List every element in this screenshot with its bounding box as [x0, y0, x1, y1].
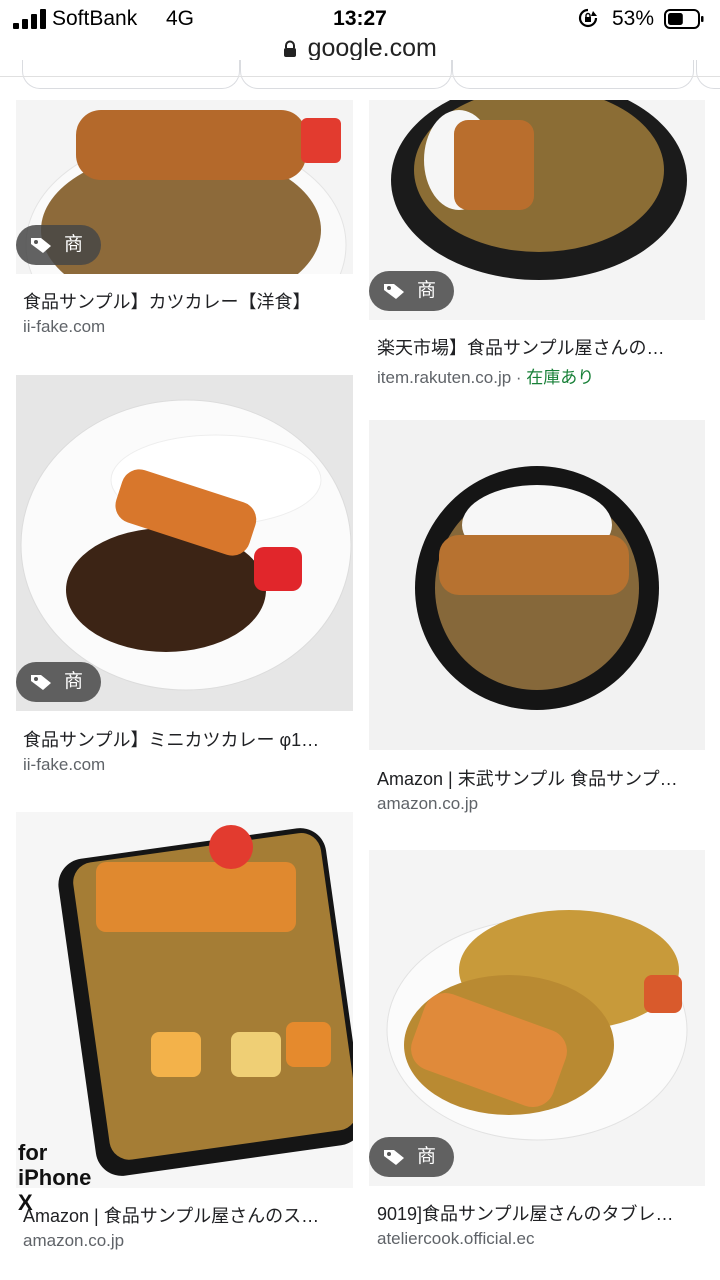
battery-percent: 53% — [612, 7, 655, 30]
url-text: google.com — [307, 34, 437, 62]
product-badge: 商品 — [16, 225, 102, 295]
result-title[interactable]: 楽天市場】食品サンプル屋さんの… — [377, 334, 705, 360]
result-title[interactable]: Amazon | 末武サンプル 食品サンプ… — [377, 765, 705, 791]
badge-label: 商品 — [417, 280, 437, 341]
result-image[interactable] — [16, 375, 353, 711]
curry-plate-image — [369, 850, 705, 1186]
result-image[interactable] — [369, 420, 705, 750]
product-badge: 商品 — [369, 1137, 455, 1207]
filter-chip[interactable] — [452, 60, 694, 89]
badge-label: 商品 — [64, 671, 84, 732]
product-badge: 商品 — [369, 271, 455, 341]
filter-chip[interactable] — [22, 60, 240, 89]
result-title[interactable]: Amazon | 食品サンプル屋さんのス… — [23, 1202, 343, 1228]
tag-icon — [384, 284, 404, 299]
availability-label: 在庫あり — [526, 368, 595, 387]
result-source: amazon.co.jp — [377, 794, 479, 813]
result-title[interactable]: 食品サンプル】ミニカツカレー φ1… — [23, 726, 343, 752]
badge-label: 商品 — [64, 234, 84, 295]
rotation-lock-icon — [578, 8, 598, 28]
result-source: ateliercook.official.ec — [377, 1229, 535, 1248]
result-source: ii-fake.com — [23, 755, 106, 774]
curry-plate-image — [16, 375, 353, 711]
tag-icon — [31, 238, 51, 253]
result-image[interactable] — [16, 812, 353, 1188]
lock-icon — [284, 40, 297, 57]
result-image[interactable] — [369, 850, 705, 1186]
result-source: amazon.co.jp — [23, 1231, 125, 1250]
product-badge: 商品 — [16, 662, 102, 732]
header-divider — [0, 76, 720, 77]
source-separator: · — [511, 368, 527, 387]
filter-chip[interactable] — [696, 60, 720, 89]
result-source: ii-fake.com — [23, 317, 106, 336]
result-title[interactable]: 食品サンプル】カツカレー【洋食】 — [23, 288, 353, 314]
tag-icon — [31, 675, 51, 690]
battery-icon — [664, 9, 704, 29]
source-domain: item.rakuten.co.jp — [377, 368, 512, 387]
filter-chip[interactable] — [240, 60, 452, 89]
overlay-line: for — [18, 1140, 48, 1165]
result-title[interactable]: 9019]食品サンプル屋さんのタブレ… — [377, 1200, 705, 1226]
badge-label: 商品 — [417, 1146, 437, 1207]
iphone-case-curry-image — [16, 812, 353, 1188]
tag-icon — [384, 1150, 404, 1165]
curry-bowl-image — [369, 420, 705, 750]
result-source: item.rakuten.co.jp · 在庫あり — [377, 363, 594, 388]
